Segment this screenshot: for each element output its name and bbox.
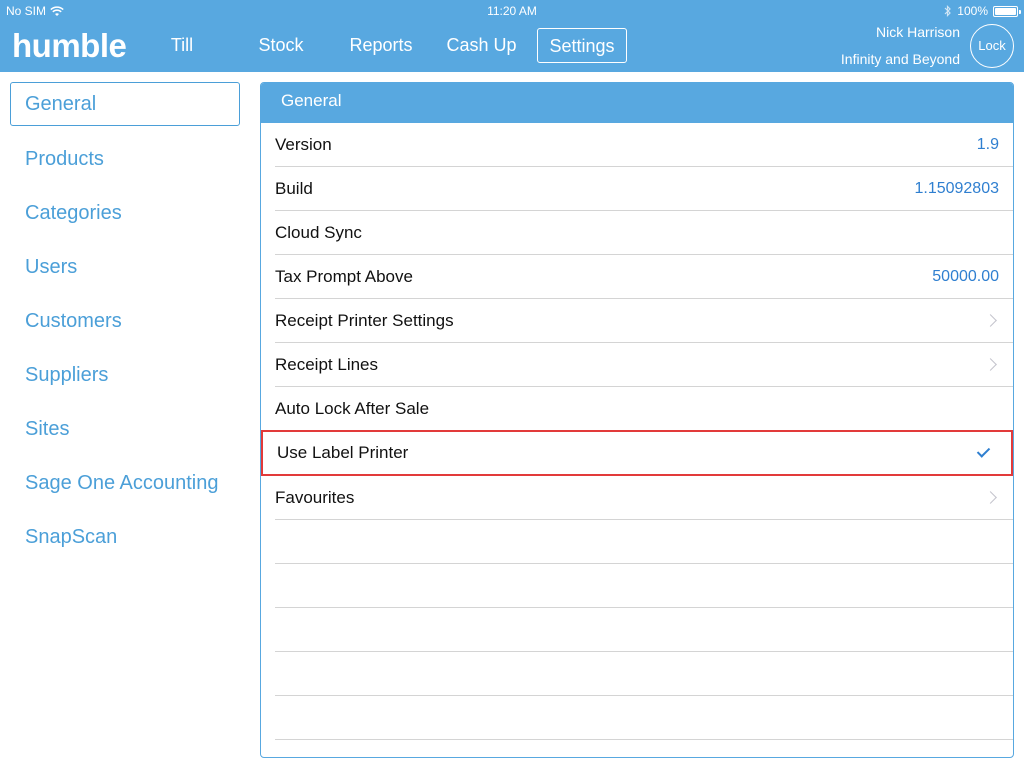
- battery-tip: [1019, 9, 1021, 14]
- row-use-label-printer[interactable]: Use Label Printer: [261, 430, 1013, 476]
- sidebar-item-products[interactable]: Products: [10, 137, 240, 181]
- row-label: Build: [275, 178, 313, 198]
- row-favourites[interactable]: Favourites: [275, 476, 1013, 520]
- battery-percent: 100%: [957, 4, 988, 18]
- row-version[interactable]: Version 1.9: [275, 123, 1013, 167]
- empty-row: [275, 564, 1013, 608]
- row-tax-prompt-above[interactable]: Tax Prompt Above 50000.00: [275, 255, 1013, 299]
- sidebar-item-general[interactable]: General: [10, 82, 240, 126]
- nav-till[interactable]: Till: [153, 28, 211, 63]
- user-name: Nick Harrison: [875, 24, 960, 40]
- bluetooth-icon: [944, 5, 952, 17]
- status-right: 100%: [944, 4, 1021, 18]
- row-receipt-lines[interactable]: Receipt Lines: [275, 343, 1013, 387]
- sidebar-item-snapscan[interactable]: SnapScan: [10, 515, 240, 559]
- sidebar-item-categories[interactable]: Categories: [10, 191, 240, 235]
- nav-reports[interactable]: Reports: [343, 28, 419, 63]
- empty-row: [275, 608, 1013, 652]
- chevron-right-icon: [984, 491, 997, 504]
- general-settings-panel: General Version 1.9 Build 1.15092803 Clo…: [260, 82, 1014, 758]
- empty-row: [275, 696, 1013, 740]
- row-label: Receipt Printer Settings: [275, 310, 454, 330]
- row-label: Tax Prompt Above: [275, 266, 413, 286]
- sidebar-item-users[interactable]: Users: [10, 245, 240, 289]
- empty-row: [275, 652, 1013, 696]
- row-value: 1.9: [976, 135, 999, 153]
- sidebar-item-customers[interactable]: Customers: [10, 299, 240, 343]
- row-auto-lock-after-sale[interactable]: Auto Lock After Sale: [275, 387, 1013, 431]
- humble-logo: humble: [12, 27, 127, 64]
- status-time: 11:20 AM: [487, 4, 537, 18]
- empty-row: [275, 520, 1013, 564]
- row-value: 1.15092803: [914, 179, 999, 197]
- checkmark-icon: [976, 444, 991, 458]
- sidebar-item-suppliers[interactable]: Suppliers: [10, 353, 240, 397]
- sidebar-item-sites[interactable]: Sites: [10, 407, 240, 451]
- nav-stock[interactable]: Stock: [248, 28, 314, 63]
- empty-row: [275, 740, 1013, 757]
- row-label: Auto Lock After Sale: [275, 398, 430, 418]
- row-cloud-sync[interactable]: Cloud Sync: [275, 211, 1013, 255]
- row-label: Use Label Printer: [277, 443, 409, 462]
- battery-icon: [993, 5, 1021, 17]
- row-label: Version: [275, 134, 332, 154]
- nav-settings[interactable]: Settings: [537, 28, 627, 63]
- battery-fill: [995, 7, 1016, 15]
- row-label: Favourites: [275, 487, 355, 507]
- top-bar: No SIM 11:20 AM 100% humble Till Stock R…: [0, 0, 1024, 72]
- organisation-name: Infinity and Beyond: [840, 51, 960, 67]
- sidebar-item-sage-one-accounting[interactable]: Sage One Accounting: [10, 461, 240, 505]
- chevron-right-icon: [984, 358, 997, 371]
- row-value: 50000.00: [932, 267, 999, 285]
- panel-title: General: [261, 83, 1013, 123]
- row-label: Receipt Lines: [275, 354, 379, 374]
- lock-button[interactable]: Lock: [970, 24, 1014, 68]
- settings-list: Version 1.9 Build 1.15092803 Cloud Sync …: [261, 123, 1013, 757]
- row-label: Cloud Sync: [275, 222, 362, 242]
- chevron-right-icon: [984, 314, 997, 327]
- nav-cash-up[interactable]: Cash Up: [441, 28, 522, 63]
- row-receipt-printer-settings[interactable]: Receipt Printer Settings: [275, 299, 1013, 343]
- row-build[interactable]: Build 1.15092803: [275, 167, 1013, 211]
